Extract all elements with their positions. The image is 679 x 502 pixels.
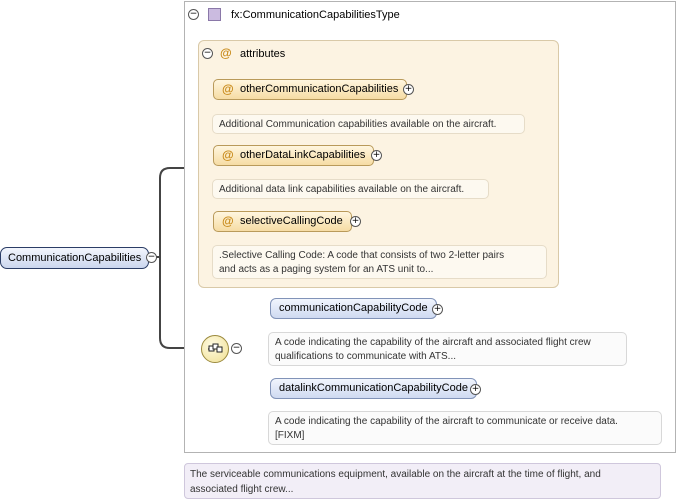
doc-line: A code indicating the capability of the … <box>275 337 591 348</box>
attribute-documentation: Additional Communication capabilities av… <box>212 114 525 134</box>
attribute-name: selectiveCallingCode <box>240 215 343 227</box>
doc-line: associated flight crew... <box>190 484 294 495</box>
root-collapse-toggle[interactable]: − <box>146 252 157 263</box>
attributes-at-icon: @ <box>220 46 232 60</box>
element-expand-toggle[interactable]: + <box>432 304 443 315</box>
sequence-collapse-toggle[interactable]: − <box>231 343 242 354</box>
element-datalink-communication-capability-code[interactable]: datalinkCommunicationCapabilityCode <box>270 378 477 399</box>
attribute-name: otherCommunicationCapabilities <box>240 83 399 95</box>
attribute-other-communication-capabilities[interactable]: @ otherCommunicationCapabilities <box>213 79 408 100</box>
element-documentation: A code indicating the capability of the … <box>268 332 627 366</box>
type-label: fx:CommunicationCapabilitiesType <box>231 9 400 21</box>
attribute-documentation: .Selective Calling Code: A code that con… <box>212 245 547 279</box>
attribute-selective-calling-code[interactable]: @ selectiveCallingCode <box>213 211 352 232</box>
attribute-name: otherDataLinkCapabilities <box>240 149 366 161</box>
doc-line: The serviceable communications equipment… <box>190 469 601 480</box>
element-documentation: A code indicating the capability of the … <box>268 411 662 445</box>
attribute-expand-toggle[interactable]: + <box>403 84 414 95</box>
type-collapse-toggle[interactable]: − <box>188 9 199 20</box>
doc-line: and acts as a paging system for an ATS u… <box>219 264 434 275</box>
attribute-other-data-link-capabilities[interactable]: @ otherDataLinkCapabilities <box>213 145 375 166</box>
complex-type-icon <box>208 8 221 21</box>
attribute-icon: @ <box>222 82 234 96</box>
root-element-communication-capabilities[interactable]: CommunicationCapabilities <box>0 247 150 269</box>
doc-line: qualifications to communicate with ATS..… <box>275 351 457 362</box>
doc-line: .Selective Calling Code: A code that con… <box>219 250 505 261</box>
element-communication-capability-code[interactable]: communicationCapabilityCode <box>270 298 437 319</box>
root-element-documentation: The serviceable communications equipment… <box>184 463 661 499</box>
attribute-documentation: Additional data link capabilities availa… <box>212 179 489 199</box>
attribute-icon: @ <box>222 214 234 228</box>
attribute-icon: @ <box>222 148 234 162</box>
doc-line: A code indicating the capability of the … <box>275 416 618 427</box>
doc-line: [FIXM] <box>275 430 305 441</box>
attributes-header: attributes <box>240 48 286 60</box>
attribute-expand-toggle[interactable]: + <box>371 150 382 161</box>
element-expand-toggle[interactable]: + <box>470 384 481 395</box>
attributes-collapse-toggle[interactable]: − <box>202 48 213 59</box>
sequence-compositor[interactable] <box>201 335 229 363</box>
sequence-icon <box>208 343 223 353</box>
attribute-expand-toggle[interactable]: + <box>350 216 361 227</box>
